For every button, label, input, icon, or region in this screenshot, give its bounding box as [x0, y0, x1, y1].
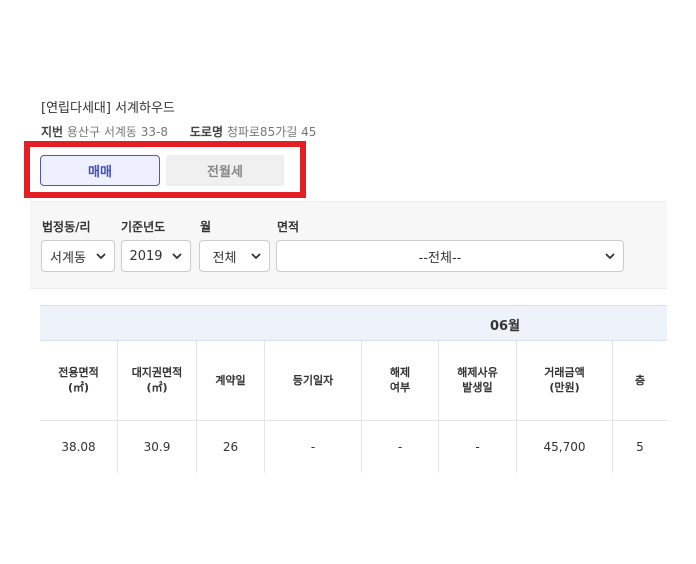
road-label: 도로명: [189, 125, 223, 139]
year-select-value: 2019: [129, 248, 163, 264]
area-filter-label: 면적: [277, 220, 300, 234]
property-title: [연립다세대] 서계하우드: [41, 101, 175, 116]
tab-sale[interactable]: 매매: [40, 155, 160, 186]
cell-price: 45,700: [516, 421, 612, 473]
cell-cancel-date: -: [438, 421, 516, 473]
col-header-exclusive-area: 전용면적 (㎡): [58, 366, 99, 394]
area-select[interactable]: --전체--: [276, 240, 624, 272]
col-header-contract-day: 계약일: [196, 341, 264, 421]
chevron-down-icon: [96, 253, 106, 260]
year-select[interactable]: 2019: [121, 240, 191, 272]
col-header-floor: 층: [612, 341, 667, 421]
col-header-land-area: 대지권면적 (㎡): [117, 341, 196, 421]
chevron-down-icon: [172, 253, 182, 260]
chevron-down-icon: [605, 253, 615, 260]
col-header-cancellation: 해제 여부: [361, 341, 438, 421]
month-select-value: 전체: [212, 250, 237, 266]
cell-contract-day: 26: [196, 421, 264, 473]
col-header-price: 거래금액 (만원): [516, 341, 612, 421]
table-month-header: [40, 305, 667, 341]
jibun-value: 용산구 서계동 33-8: [66, 125, 169, 139]
dong-select[interactable]: 서계동: [41, 240, 115, 272]
table-row: 38.08 30.9 26 - - - 45,700 5: [40, 421, 667, 473]
col-header-registration-date: 등기일자: [264, 341, 361, 421]
col-header-cancel-date: 해제사유 발생일: [438, 341, 516, 421]
road-value: 청파로85가길 45: [226, 125, 317, 139]
cell-exclusive-area: 38.08: [61, 439, 96, 454]
dong-filter-label: 법정동/리: [42, 220, 91, 234]
year-filter-label: 기준년도: [121, 220, 166, 234]
month-header-label: 06월: [490, 319, 521, 334]
month-select[interactable]: 전체: [199, 240, 270, 272]
cell-registration-date: -: [264, 421, 361, 473]
chevron-down-icon: [251, 253, 261, 260]
cell-cancellation: -: [361, 421, 438, 473]
cell-floor: 5: [612, 421, 667, 473]
cell-land-area: 30.9: [117, 421, 196, 473]
tab-rent[interactable]: 전월세: [166, 155, 284, 186]
area-select-value: --전체--: [418, 250, 462, 266]
property-address: 지번 용산구 서계동 33-8 도로명 청파로85가길 45: [41, 123, 316, 140]
dong-select-value: 서계동: [50, 250, 86, 266]
table-header-row: 전용면적 (㎡) 대지권면적 (㎡) 계약일 등기일자 해제 여부 해제사유 발…: [40, 341, 667, 421]
month-filter-label: 월: [200, 220, 212, 234]
jibun-label: 지번: [41, 125, 64, 139]
